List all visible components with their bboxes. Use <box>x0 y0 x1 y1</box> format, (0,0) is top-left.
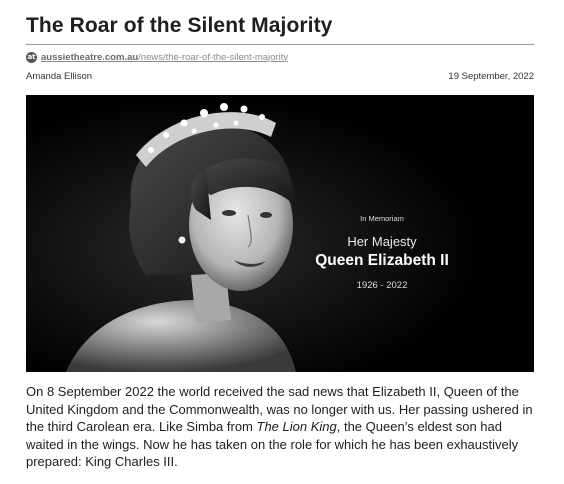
aussie-theatre-logo-icon: at <box>26 51 37 63</box>
queen-name-text: Queen Elizabeth II <box>315 252 449 269</box>
author-name: Amanda Ellison <box>26 71 93 82</box>
her-majesty-text: Her Majesty <box>347 234 417 249</box>
source-link[interactable]: aussietheatre.com.au/news/the-roar-of-th… <box>41 52 288 63</box>
years-text: 1926 - 2022 <box>357 280 408 291</box>
lion-king-title: The Lion King <box>256 419 337 435</box>
article-title: The Roar of the Silent Majority <box>26 14 333 37</box>
publish-date: 19 September, 2022 <box>448 71 534 82</box>
kicker-text: In Memoriam <box>360 214 404 223</box>
article-paragraph: On 8 September 2022 the world received t… <box>26 384 533 470</box>
hero-image: In Memoriam Her Majesty Queen Elizabeth … <box>26 95 534 372</box>
source-line: at aussietheatre.com.au/news/the-roar-of… <box>26 50 288 64</box>
queen-portrait-image: In Memoriam Her Majesty Queen Elizabeth … <box>26 95 534 372</box>
title-divider <box>26 44 534 45</box>
